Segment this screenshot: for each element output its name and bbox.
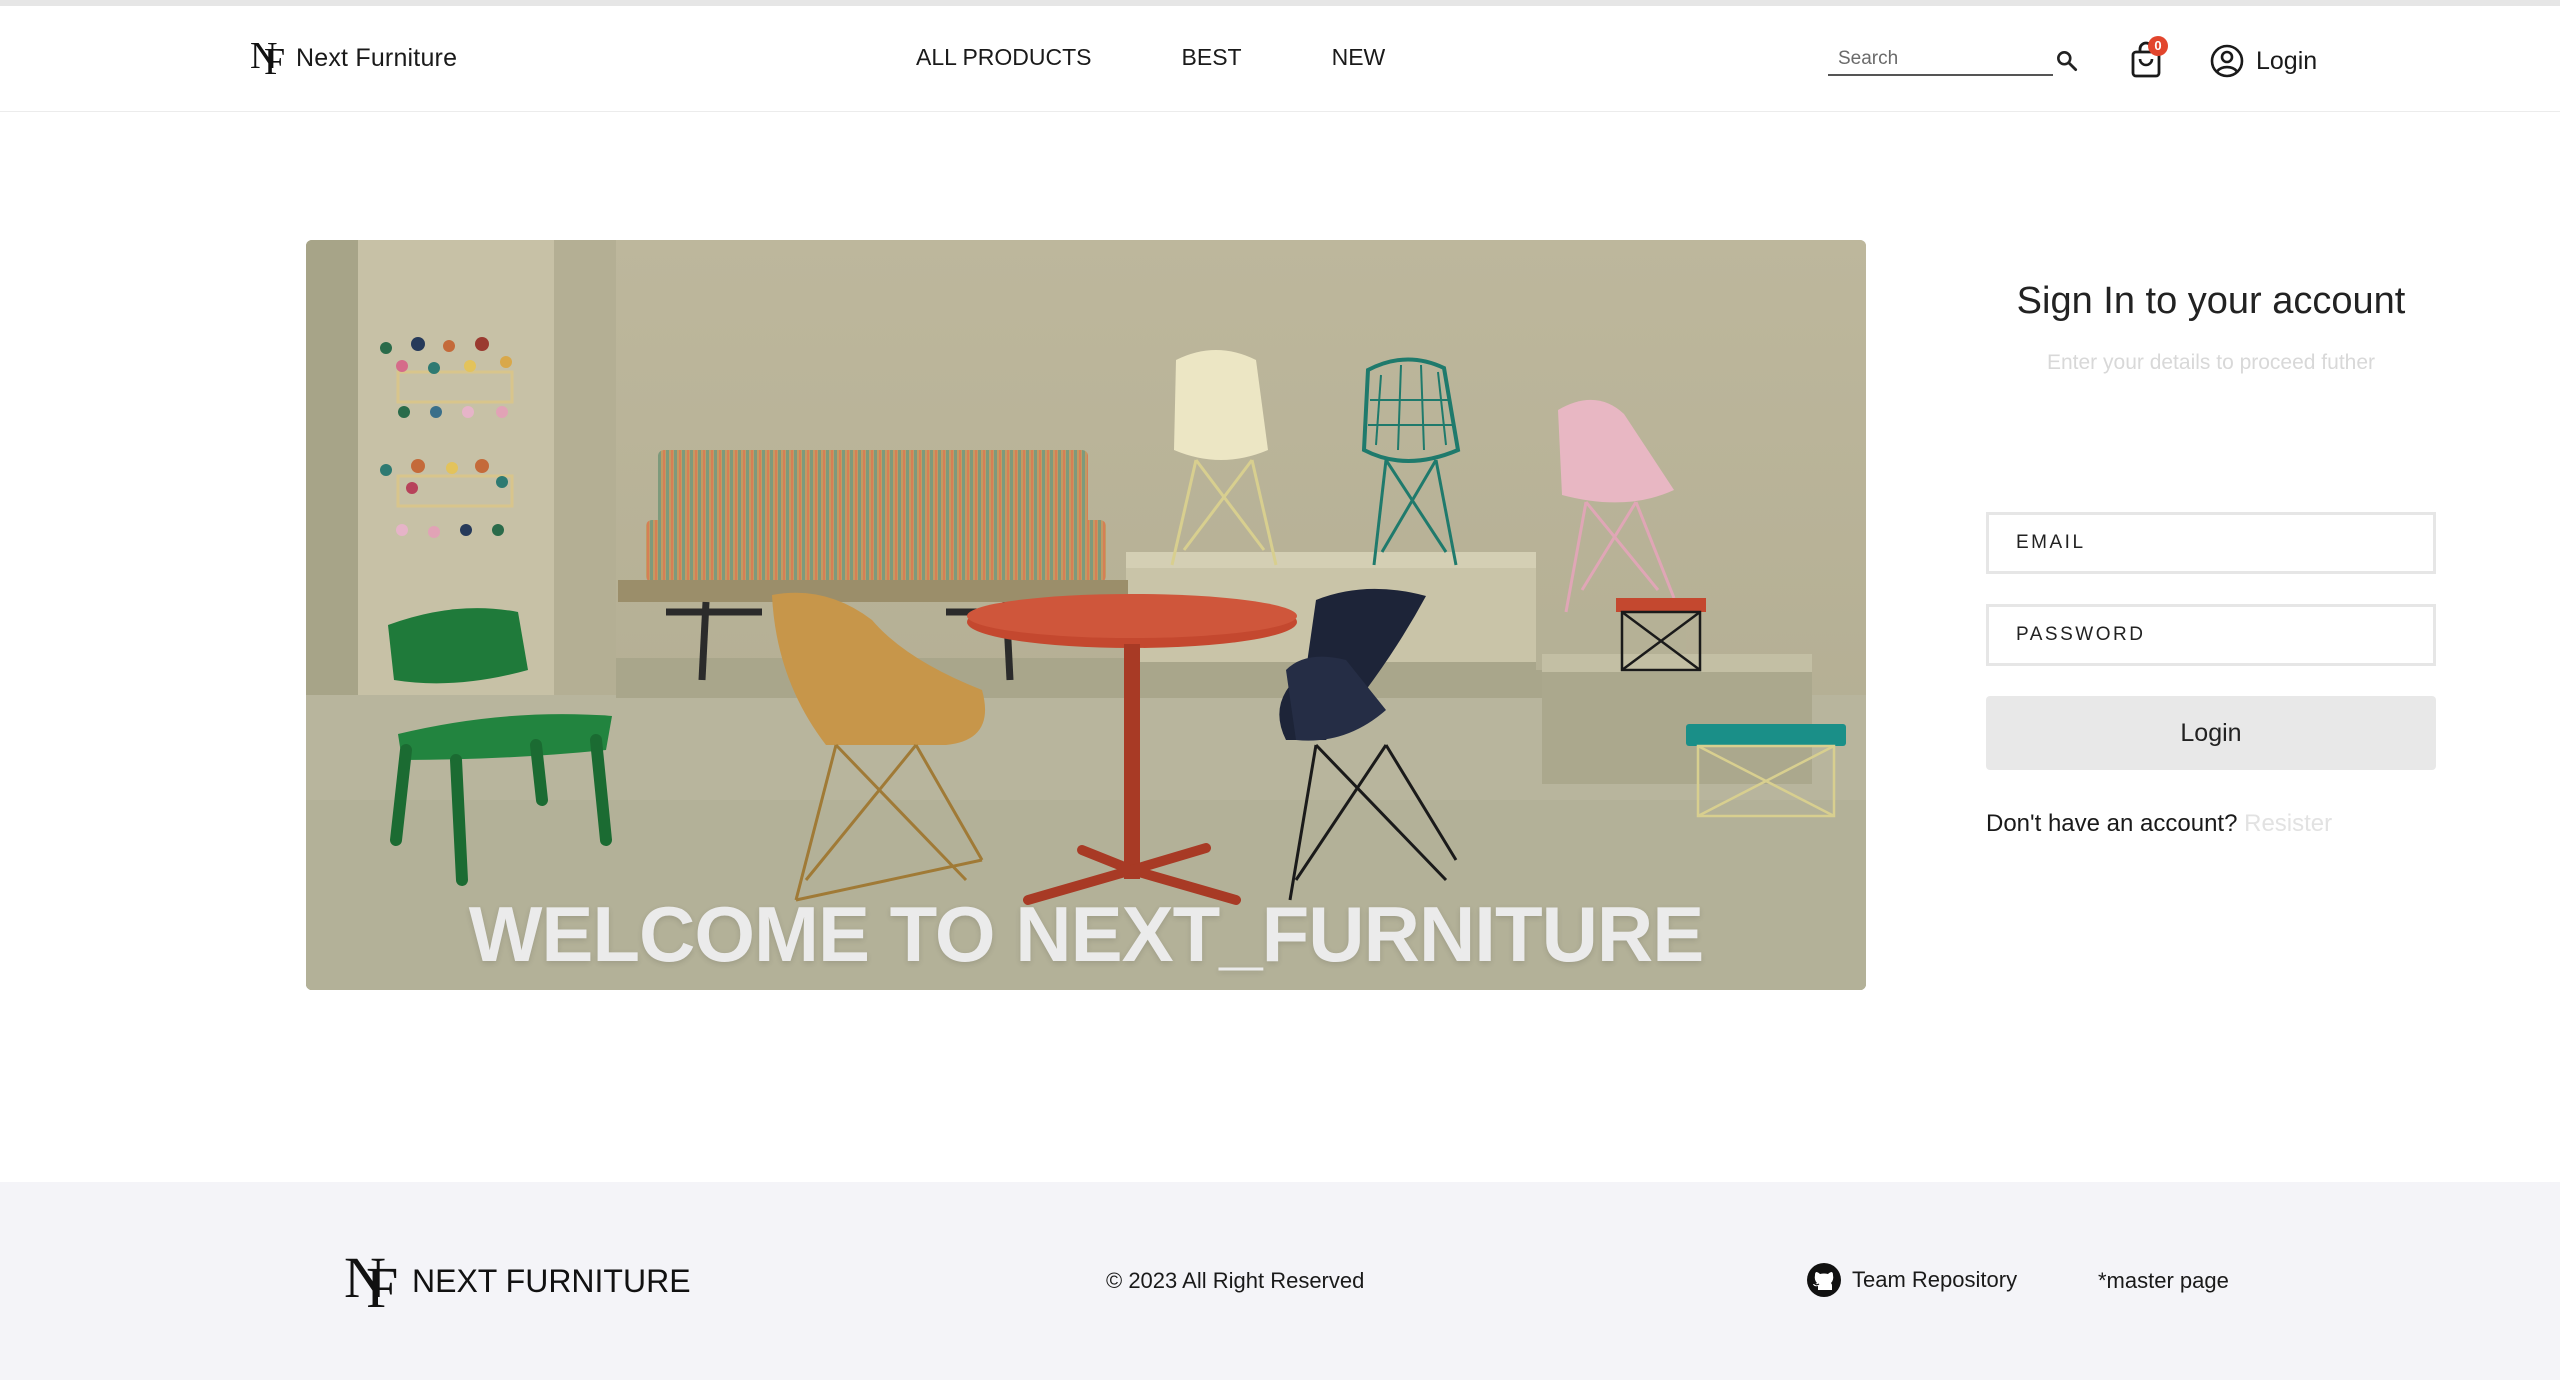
footer-logo-icon: N F (344, 1248, 400, 1318)
search-input[interactable] (1828, 44, 2053, 76)
nav-best[interactable]: BEST (1182, 44, 1242, 71)
logo-letter-f: F (264, 41, 286, 83)
brand-name: Next Furniture (296, 43, 458, 72)
site-header: N F Next Furniture ALL PRODUCTS BEST NEW… (0, 6, 2560, 112)
copyright-text: © 2023 All Right Reserved (1106, 1268, 1365, 1293)
main-nav: ALL PRODUCTS BEST NEW (916, 44, 1385, 71)
logo-icon: N F (250, 36, 286, 83)
footer-logo-letter-f: F (366, 1255, 399, 1320)
nav-new[interactable]: NEW (1332, 44, 1386, 71)
search-box (1828, 40, 2078, 78)
site-footer: N F NEXT FURNITURE © 2023 All Right Rese… (0, 1182, 2560, 1380)
hero-title: WELCOME TO NEXT_FURNITURE (468, 890, 1705, 978)
signin-subtitle: Enter your details to proceed futher (2046, 351, 2376, 374)
register-link[interactable]: Resister (2244, 810, 2332, 837)
register-line: Don't have an account? Resister (1986, 810, 2332, 838)
user-circle-icon (2210, 44, 2244, 78)
hero-banner: WELCOME TO NEXT_FURNITURE (306, 240, 1866, 990)
signin-panel: Sign In to your account Enter your detai… (1986, 280, 2436, 837)
footer-brand-name: NEXT FURNITURE (412, 1262, 691, 1299)
team-repository-link[interactable]: Team Repository (1806, 1262, 2017, 1298)
header-login-link[interactable]: Login (2210, 44, 2317, 78)
login-button[interactable]: Login (1986, 696, 2436, 770)
furniture-showroom-image (306, 240, 1866, 990)
register-prompt: Don't have an account? (1986, 810, 2238, 837)
cart-count-badge: 0 (2148, 36, 2168, 56)
footer-brand[interactable]: N F NEXT FURNITURE (344, 1248, 691, 1318)
password-field[interactable] (1986, 604, 2436, 666)
github-icon (1807, 1263, 1841, 1297)
header-login-label: Login (2256, 46, 2318, 75)
master-page-note: *master page (2098, 1268, 2229, 1293)
team-repository-label: Team Repository (1852, 1267, 2018, 1292)
cart-button[interactable]: 0 (2128, 36, 2168, 80)
signin-title: Sign In to your account (2016, 280, 2406, 322)
email-field[interactable] (1986, 512, 2436, 574)
nav-all-products[interactable]: ALL PRODUCTS (916, 44, 1092, 71)
brand-logo[interactable]: N F Next Furniture (250, 36, 458, 83)
search-icon[interactable] (2054, 48, 2080, 74)
